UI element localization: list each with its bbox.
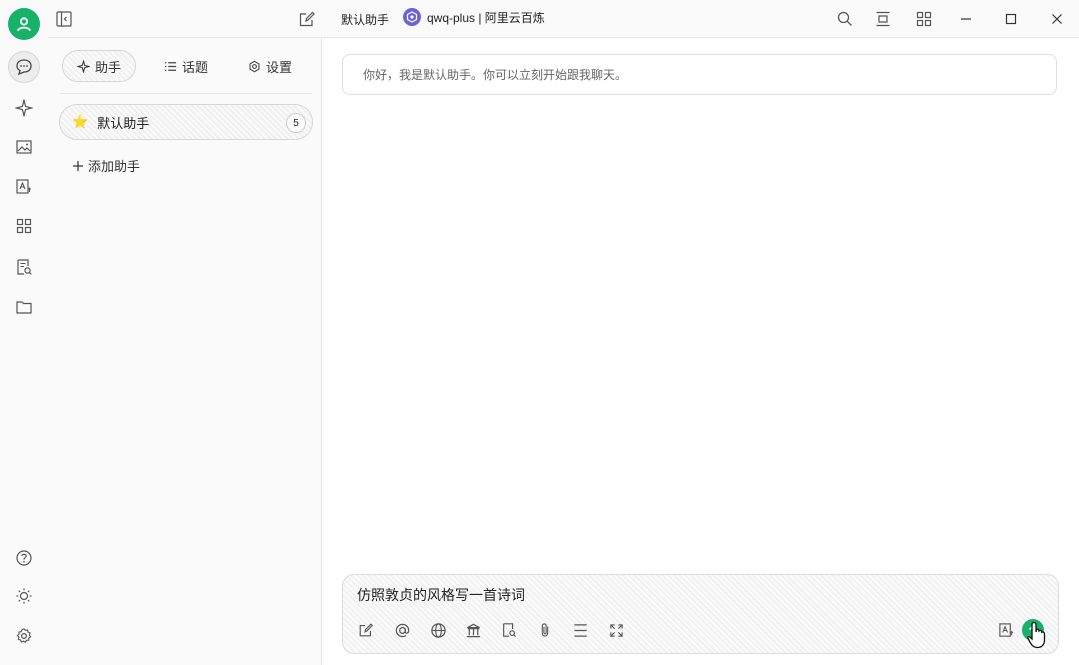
tab-assistants-label: 助手: [95, 59, 122, 75]
search-icon: [837, 11, 852, 26]
chat-area: 你好，我是默认助手。你可以立刻开始跟我聊天。: [322, 38, 1079, 665]
rail-knowledge-button[interactable]: [8, 251, 40, 283]
message-input[interactable]: [357, 585, 1037, 605]
minimize-button[interactable]: [954, 7, 978, 31]
mention-model-button[interactable]: [391, 619, 413, 641]
rail-help-button[interactable]: [8, 542, 40, 574]
rail-settings-button[interactable]: [8, 620, 40, 652]
top-bar: 默认助手 qwq-plus | 阿里云百炼: [48, 0, 1079, 38]
rail-translate-button[interactable]: [8, 171, 40, 203]
current-assistant-title: 默认助手: [341, 13, 390, 27]
sun-icon: [16, 588, 32, 604]
model-label: qwq-plus | 阿里云百炼: [427, 10, 545, 25]
grid-icon: [916, 11, 932, 27]
tab-assistants[interactable]: 助手: [62, 50, 137, 82]
grid-icon: [16, 218, 32, 234]
tab-topics[interactable]: 话题: [164, 50, 208, 82]
sparkle-icon: [15, 99, 33, 117]
translate-input-button[interactable]: [995, 619, 1017, 641]
sidebar-collapse-icon: [56, 11, 72, 27]
globe-icon: [430, 622, 446, 638]
gear-icon: [249, 60, 260, 72]
image-icon: [16, 140, 32, 154]
rail-paint-button[interactable]: [8, 131, 40, 163]
new-topic-button[interactable]: [295, 7, 319, 31]
search-button[interactable]: [833, 7, 857, 31]
sparkle-icon: [77, 59, 90, 73]
document-search-icon: [17, 259, 32, 275]
edit-icon: [359, 623, 374, 637]
rail-theme-button[interactable]: [8, 580, 40, 612]
minimize-icon: [961, 18, 971, 20]
gear-icon: [16, 628, 32, 643]
model-selector[interactable]: qwq-plus | 阿里云百炼: [403, 8, 545, 26]
quick-phrase-button[interactable]: [498, 619, 520, 641]
paperclip-icon: [541, 623, 549, 637]
translate-icon: [998, 622, 1013, 637]
add-assistant-label: 添加助手: [88, 159, 141, 174]
at-sign-icon: [395, 623, 409, 637]
tab-settings-label: 设置: [266, 59, 293, 75]
maximize-icon: [1005, 13, 1017, 25]
tab-settings[interactable]: 设置: [248, 50, 292, 82]
user-icon: [17, 17, 31, 32]
edit-icon: [299, 11, 315, 27]
expand-input-button[interactable]: [605, 619, 627, 641]
add-assistant-button[interactable]: 添加助手: [72, 156, 140, 175]
attach-file-button[interactable]: [534, 619, 556, 641]
list-icon: [164, 61, 177, 71]
document-search-icon: [503, 623, 516, 637]
rail-chat-button[interactable]: [8, 51, 40, 83]
apps-button[interactable]: [912, 7, 936, 31]
help-icon: [16, 550, 32, 566]
folder-icon: [16, 301, 32, 314]
translate-icon: [16, 179, 31, 194]
rail-files-button[interactable]: [8, 291, 40, 323]
toggle-sidebar-button[interactable]: [52, 7, 76, 31]
topic-count-badge: 5: [286, 113, 306, 133]
panel-tabs: 助手 话题 设置: [60, 50, 312, 82]
expand-arrows-icon: [609, 623, 623, 637]
welcome-message: 你好，我是默认助手。你可以立刻开始跟我聊天。: [342, 54, 1057, 95]
fullscreen-toggle-button[interactable]: [871, 7, 895, 31]
chat-bubble-icon: [16, 59, 32, 76]
assistant-name: 默认助手: [97, 115, 150, 131]
plus-icon: [73, 160, 83, 171]
panel-divider: [60, 93, 312, 94]
close-window-button[interactable]: [1045, 7, 1069, 31]
tab-topics-label: 话题: [182, 59, 209, 75]
assistants-panel: 助手 话题 设置 ⭐ 默认助手 5 添加助手: [48, 38, 322, 665]
context-divider-icon: [573, 623, 587, 637]
hand-cursor-icon: [1027, 621, 1046, 649]
web-search-button[interactable]: [427, 619, 449, 641]
knowledge-base-button[interactable]: [462, 619, 484, 641]
new-topic-tool-button[interactable]: [355, 619, 377, 641]
library-icon: [466, 623, 480, 637]
close-icon: [1052, 14, 1062, 24]
rail-agents-button[interactable]: [8, 92, 40, 124]
model-provider-logo-icon: [403, 8, 421, 26]
rail-apps-button[interactable]: [8, 210, 40, 242]
assistant-item-default[interactable]: ⭐ 默认助手 5: [59, 104, 313, 140]
user-avatar[interactable]: [8, 8, 40, 40]
star-emoji-icon: ⭐: [72, 114, 89, 129]
expand-icon: [876, 11, 890, 27]
message-composer: [342, 574, 1059, 654]
clear-context-button[interactable]: [569, 619, 591, 641]
maximize-button[interactable]: [999, 7, 1023, 31]
icon-rail: [0, 0, 48, 665]
